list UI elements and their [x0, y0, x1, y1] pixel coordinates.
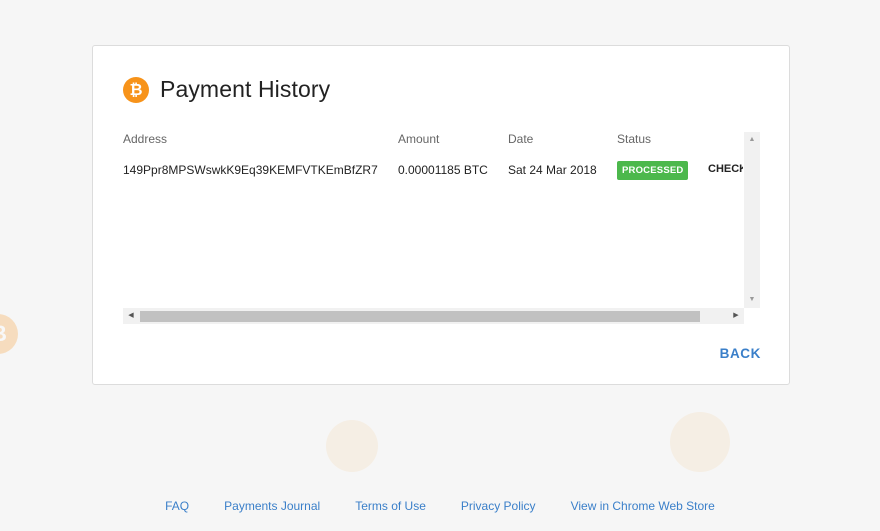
payments-table: Address Amount Date Status 149Ppr8MPSWsw… — [123, 132, 760, 324]
row-address: 149Ppr8MPSWswkK9Eq39KEMFVTKEmBfZR7 — [123, 163, 378, 177]
footer-link-payments-journal[interactable]: Payments Journal — [224, 499, 320, 513]
background-bitcoin-icon — [326, 420, 378, 472]
column-header-address: Address — [123, 132, 168, 146]
footer-link-terms-of-use[interactable]: Terms of Use — [355, 499, 426, 513]
background-bitcoin-icon — [670, 412, 730, 472]
background-bitcoin-icon: ₿ — [0, 314, 18, 354]
row-date: Sat 24 Mar 2018 — [508, 163, 597, 177]
column-header-amount: Amount — [398, 132, 440, 146]
page-title: Payment History — [160, 76, 331, 102]
footer-link-chrome-web-store[interactable]: View in Chrome Web Store — [571, 499, 715, 513]
scroll-right-arrow-icon[interactable]: ▶ — [728, 308, 744, 324]
horizontal-scroll-thumb[interactable] — [140, 311, 700, 322]
horizontal-scrollbar[interactable]: ◀ ▶ — [123, 308, 744, 324]
row-amount: 0.00001185 BTC — [398, 163, 488, 177]
table-viewport: Address Amount Date Status 149Ppr8MPSWsw… — [123, 132, 743, 308]
payment-history-card: ₿ Payment History Address Amount Date St… — [92, 45, 790, 385]
column-header-date: Date — [508, 132, 534, 146]
footer-links: FAQ Payments Journal Terms of Use Privac… — [0, 499, 880, 513]
back-button[interactable]: BACK — [720, 346, 761, 361]
status-badge: PROCESSED — [617, 161, 689, 180]
check-link[interactable]: CHECK — [708, 163, 743, 175]
scroll-left-arrow-icon[interactable]: ◀ — [123, 308, 139, 324]
column-header-status: Status — [617, 132, 652, 146]
scroll-up-arrow-icon[interactable]: ▲ — [744, 132, 760, 148]
bitcoin-icon: ₿ — [123, 76, 149, 103]
footer-link-privacy-policy[interactable]: Privacy Policy — [461, 499, 536, 513]
card-header: ₿ Payment History — [123, 76, 330, 103]
footer-link-faq[interactable]: FAQ — [165, 499, 189, 513]
scroll-down-arrow-icon[interactable]: ▼ — [744, 292, 760, 308]
vertical-scrollbar[interactable]: ▲ ▼ — [744, 132, 760, 308]
